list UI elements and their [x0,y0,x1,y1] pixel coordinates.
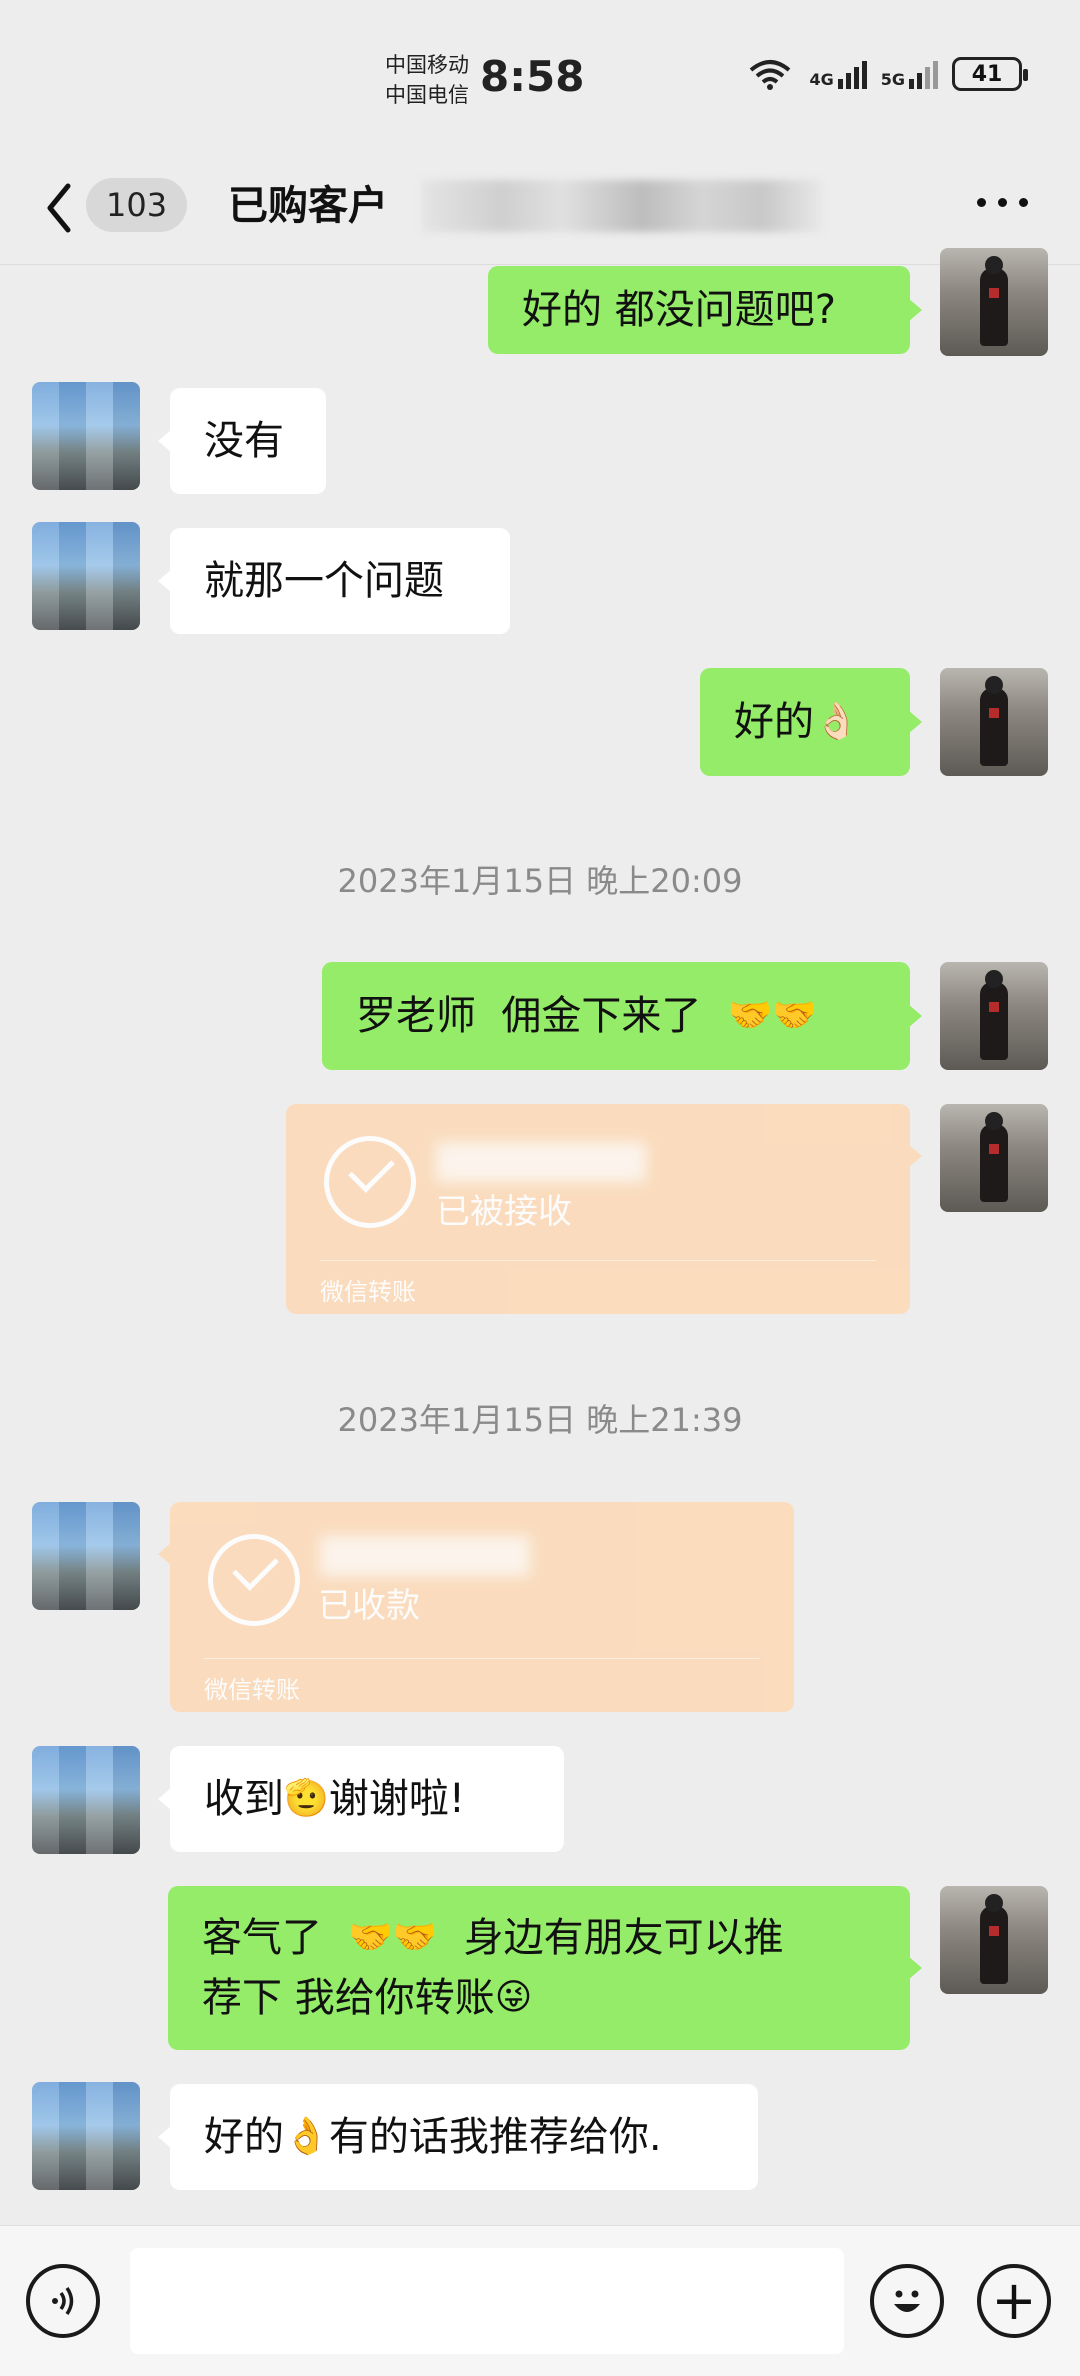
battery-level: 41 [971,61,1003,87]
chat-title: 已购客户 [228,183,388,229]
self-avatar[interactable] [940,1886,1048,1994]
battery-icon: 41 [952,57,1028,91]
divider [204,1658,760,1659]
net-label-2: 5G [880,70,905,89]
wifi-icon [750,60,791,90]
message-input[interactable] [130,2248,844,2354]
plus-glyph: + [991,2269,1037,2332]
message-text: 没有 [204,418,284,464]
more-icon[interactable] [977,198,1028,207]
back-arrow-icon[interactable] [40,178,80,238]
status-bar: 中国移动 中国电信 8:58 4G 5G 41 [0,0,1080,150]
wink-tongue-emoji: 😜 [494,1977,533,2018]
divider [320,1260,876,1261]
message-text: 好的 [734,699,814,745]
net-label-1: 4G [809,70,834,89]
signal-5g: 5G [881,59,938,89]
salute-emoji: 🫡 [284,1778,329,1819]
carrier-info: 中国移动 中国电信 [385,50,469,110]
self-avatar[interactable] [940,1104,1048,1212]
message-bubble-out[interactable]: 好的 都没问题吧? [488,266,922,354]
smiley-face-icon [894,2290,920,2312]
message-bubble-in[interactable]: 好的 👌 有的话我推荐给你. [158,2084,758,2190]
blurred-title-suffix [422,180,822,232]
signal-4g: 4G [809,59,867,89]
timestamp: 2023年1月15日 晚上20:09 [337,862,743,900]
message-text: 谢谢啦! [328,1776,465,1822]
self-avatar[interactable] [940,668,1048,776]
clock: 8:58 [480,52,585,101]
message-text: 好的 [204,2114,284,2160]
carrier-1: 中国移动 [385,53,469,77]
message-text: 就那一个问题 [204,558,444,604]
message-bubble-in[interactable]: 就那一个问题 [158,528,510,634]
message-line-1: 客气了 🤝🤝 身边有朋友可以推 [202,1908,784,1968]
message-bubble-out[interactable]: 罗老师 佣金下来了 🤝🤝 [322,962,922,1070]
status-icons: 4G 5G 41 [745,56,1028,92]
message-text: 收到 [204,1776,284,1822]
message-line-2: 荐下 我给你转账 😜 [202,1968,532,2028]
message-bubble-out[interactable]: 客气了 🤝🤝 身边有朋友可以推 荐下 我给你转账 😜 [168,1886,922,2050]
self-avatar[interactable] [940,962,1048,1070]
signal-bars-icon [837,59,867,89]
voice-wave-icon [52,2287,74,2315]
blurred-amount [436,1142,646,1182]
transfer-card-out[interactable]: 已被接收 微信转账 [286,1104,922,1314]
blurred-amount [320,1536,530,1576]
message-text: 荐下 我给你转账 [202,1975,495,2021]
contact-avatar[interactable] [32,1746,140,1854]
transfer-status: 已收款 [318,1586,420,1626]
handshake-emoji: 🤝🤝 [727,995,818,1036]
message-text: 有的话我推荐给你. [328,2114,662,2160]
unread-count-badge[interactable]: 103 [86,178,188,232]
chat-header: 103 已购客户 [0,150,1080,265]
transfer-card-in[interactable]: 已收款 微信转账 [158,1502,794,1712]
carrier-2: 中国电信 [385,83,469,107]
message-bubble-in[interactable]: 收到 🫡 谢谢啦! [158,1746,564,1852]
message-bubble-in[interactable]: 没有 [158,388,326,494]
message-text: 好的 都没问题吧? [522,287,836,333]
transfer-type: 微信转账 [320,1278,416,1306]
input-bar: + [0,2225,1080,2376]
timestamp: 2023年1月15日 晚上21:39 [337,1401,743,1439]
voice-icon[interactable] [26,2264,100,2338]
emoji-icon[interactable] [870,2264,944,2338]
check-circle-icon [208,1534,300,1626]
contact-avatar[interactable] [32,1502,140,1610]
contact-avatar[interactable] [32,382,140,490]
ok-hand-emoji: 👌🏻 [814,701,859,742]
signal-bars-icon [909,59,938,89]
message-bubble-out[interactable]: 好的 👌🏻 [700,668,922,776]
transfer-type: 微信转账 [204,1676,300,1704]
check-circle-icon [324,1136,416,1228]
message-text: 客气了 [202,1915,322,1961]
transfer-status: 已被接收 [436,1192,572,1232]
handshake-emoji: 🤝🤝 [348,1917,438,1958]
message-text: 罗老师 佣金下来了 [356,993,702,1039]
contact-avatar[interactable] [32,2082,140,2190]
ok-hand-emoji: 👌 [284,2116,329,2157]
message-text: 身边有朋友可以推 [463,1915,784,1961]
contact-avatar[interactable] [32,522,140,630]
self-avatar[interactable] [940,248,1048,356]
plus-icon[interactable]: + [977,2264,1051,2338]
